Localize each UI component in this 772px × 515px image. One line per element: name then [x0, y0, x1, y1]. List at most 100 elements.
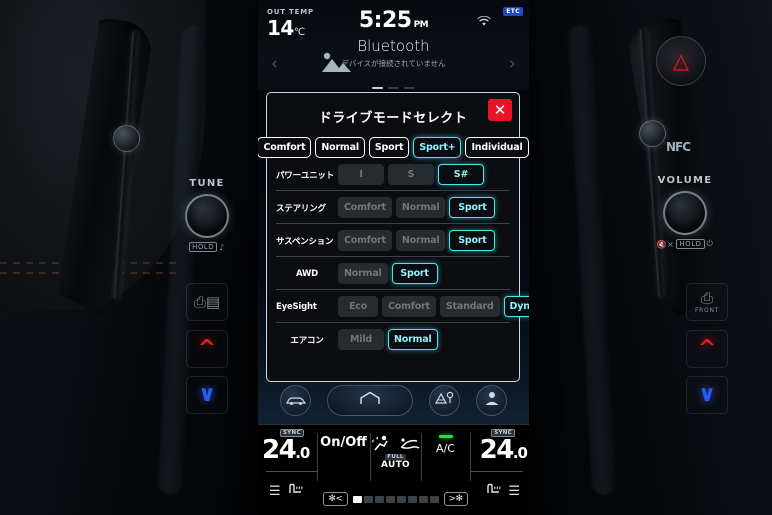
mode-button-normal[interactable]: Normal [315, 137, 365, 158]
rear-defroster-button[interactable]: ⎙▤ [186, 283, 228, 321]
passenger-seat-controls[interactable]: ☰ [485, 483, 520, 500]
seat-person-icon [484, 391, 500, 410]
dashboard-left-panel: TUNE HOLD ♪ ⎙▤ ^ ∨ [0, 0, 262, 515]
nav-home-button[interactable] [327, 384, 413, 416]
row-label-steering: ステアリング [276, 203, 326, 214]
fan-bar[interactable] [352, 495, 362, 503]
nav-profile-button[interactable] [476, 384, 507, 416]
wifi-icon [477, 15, 491, 31]
driver-temperature[interactable]: 24.0 [262, 437, 310, 463]
row-label-air-conditioner: エアコン [290, 335, 324, 346]
option-eyesight-dynamic[interactable]: Dynamic [503, 296, 529, 317]
volume-knob-cluster: VOLUME 🔇× HOLD ⏻ [642, 175, 728, 249]
tune-hold-label-group: HOLD ♪ [164, 242, 250, 252]
media-prev-button[interactable]: ‹ [271, 54, 278, 74]
mode-button-comfort[interactable]: Comfort [258, 137, 312, 158]
climate-driver-zone: SYNC 24.0 ☰ [258, 425, 318, 515]
air-vent-knob-right[interactable] [639, 120, 666, 147]
option-steering-normal[interactable]: Normal [395, 197, 446, 218]
tune-knob-cluster: TUNE HOLD ♪ [164, 178, 250, 252]
left-temp-down-button[interactable]: ∨ [186, 376, 228, 414]
fan-bar[interactable] [363, 495, 373, 503]
dashboard-right-panel: △ NFC VOLUME 🔇× HOLD ⏻ ⎙ FRONT ^ ∨ [520, 0, 772, 515]
option-ac-mild[interactable]: Mild [338, 329, 384, 350]
airflow-icons [371, 435, 421, 452]
menu-lines-icon[interactable]: ☰ [269, 484, 281, 499]
hazard-lights-button[interactable]: △ [656, 36, 706, 86]
option-awd-sport[interactable]: Sport [391, 263, 438, 284]
volume-sub-label-group: 🔇× HOLD ⏻ [642, 239, 728, 249]
row-label-awd: AWD [295, 268, 319, 279]
clock-ampm: PM [413, 20, 429, 30]
screenshot-root: TUNE HOLD ♪ ⎙▤ ^ ∨ △ NFC VOLUME 🔇× HOLD … [0, 0, 772, 515]
rear-defroster-icon: ⎙▤ [193, 292, 221, 311]
fan-bar[interactable] [374, 495, 384, 503]
seat-heater-icon[interactable] [287, 483, 304, 500]
option-eyesight-eco[interactable]: Eco [338, 296, 378, 317]
option-power-s-sharp[interactable]: S# [438, 164, 484, 185]
right-temp-down-button[interactable]: ∨ [686, 376, 728, 414]
media-next-button[interactable]: › [509, 54, 516, 74]
trim-strip-right [567, 24, 617, 496]
option-suspension-comfort[interactable]: Comfort [338, 230, 392, 251]
option-eyesight-comfort[interactable]: Comfort [382, 296, 436, 317]
option-suspension-sport[interactable]: Sport [449, 230, 496, 251]
screen-body: ドライブモードセレクト ✕ Comfort Normal Sport Sport… [258, 90, 529, 424]
setting-row-power-unit: パワーユニット I S S# [276, 164, 510, 191]
page-dot[interactable] [388, 87, 399, 89]
row-options-awd: Normal Sport [338, 263, 438, 284]
front-defroster-icon: ⎙ [700, 288, 713, 307]
page-dot[interactable] [372, 87, 383, 89]
chevron-down-icon: ∨ [698, 382, 716, 407]
status-bar: OUT TEMP 14℃ 5:25 PM ETC Bluetooth デバイスが接… [258, 0, 529, 90]
setting-row-eyesight: EyeSight Eco Comfort Standard Dynamic [276, 296, 529, 323]
mode-button-sport[interactable]: Sport [368, 137, 410, 158]
row-label-suspension: サスペンション [276, 236, 334, 247]
option-steering-sport[interactable]: Sport [449, 197, 496, 218]
fan-bar[interactable] [396, 495, 406, 503]
page-dot[interactable] [404, 87, 415, 89]
volume-knob[interactable] [663, 191, 707, 235]
seat-heater-icon[interactable] [485, 483, 502, 500]
ac-button[interactable]: A/C [422, 425, 470, 515]
row-label-power-unit: パワーユニット [276, 170, 335, 181]
option-suspension-normal[interactable]: Normal [395, 230, 446, 251]
nav-map-button[interactable] [429, 384, 460, 416]
option-power-s[interactable]: S [388, 164, 434, 185]
home-icon [359, 391, 381, 410]
left-temp-up-button[interactable]: ^ [186, 330, 228, 368]
close-icon[interactable]: ✕ [488, 99, 512, 121]
mode-button-sport-plus[interactable]: Sport+ [413, 137, 462, 158]
option-power-i[interactable]: I [338, 164, 384, 185]
passenger-temperature[interactable]: 24.0 [480, 437, 528, 463]
setting-row-steering: ステアリング Comfort Normal Sport [276, 197, 510, 224]
mode-button-individual[interactable]: Individual [465, 137, 529, 158]
right-temp-up-button[interactable]: ^ [686, 330, 728, 368]
fan-bar[interactable] [385, 495, 395, 503]
option-steering-comfort[interactable]: Comfort [338, 197, 392, 218]
fan-bar[interactable] [407, 495, 417, 503]
climate-auto-button[interactable]: FULL AUTO ✻< >✻ [323, 425, 468, 515]
option-eyesight-standard[interactable]: Standard [439, 296, 500, 317]
tune-knob[interactable] [185, 194, 229, 238]
option-ac-normal[interactable]: Normal [388, 329, 438, 350]
fan-speed-controls: ✻< >✻ [323, 492, 468, 506]
page-indicator [258, 87, 529, 89]
tune-hold-badge: HOLD [189, 242, 218, 252]
option-awd-normal[interactable]: Normal [338, 263, 388, 284]
fan-direction-left-button[interactable]: ✻< [323, 492, 348, 506]
ac-label: A/C [436, 442, 455, 455]
drive-mode-buttons: Comfort Normal Sport Sport+ Individual [258, 137, 529, 158]
onoff-label: On/Off [320, 435, 367, 450]
nfc-logo: NFC [665, 140, 691, 154]
menu-lines-icon[interactable]: ☰ [508, 484, 520, 499]
nav-car-button[interactable] [280, 384, 311, 416]
volume-hold-badge: HOLD [676, 239, 705, 249]
front-defroster-button[interactable]: ⎙ FRONT [686, 283, 728, 321]
divider [266, 471, 318, 472]
setting-row-awd: AWD Normal Sport [276, 263, 510, 290]
air-vent-knob-left[interactable] [113, 125, 140, 152]
row-options-suspension: Comfort Normal Sport [338, 230, 496, 251]
media-widget[interactable]: Bluetooth デバイスが接続されていません ‹ › [258, 34, 529, 90]
driver-seat-controls[interactable]: ☰ [269, 483, 304, 500]
